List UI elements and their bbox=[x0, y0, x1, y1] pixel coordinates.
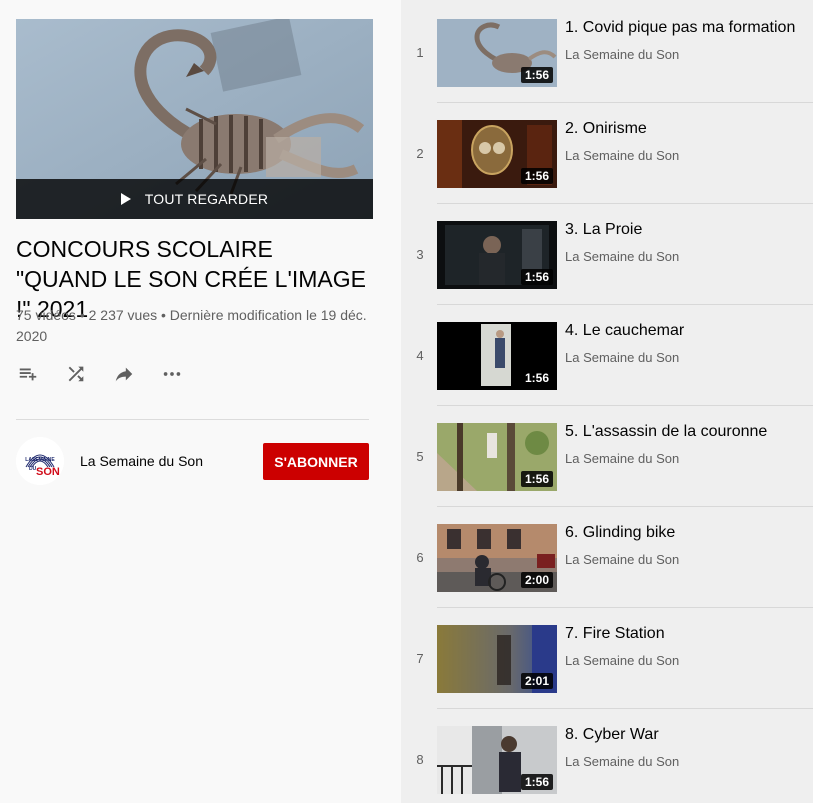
logo-text-top: LASEMAINE bbox=[25, 457, 55, 463]
video-channel[interactable]: La Semaine du Son bbox=[565, 249, 679, 264]
video-title[interactable]: 8. Cyber War bbox=[565, 726, 659, 744]
video-title[interactable]: 2. Onirisme bbox=[565, 120, 647, 138]
video-index: 5 bbox=[416, 449, 424, 464]
video-duration: 1:56 bbox=[520, 168, 553, 184]
playlist-stats: 75 vidéos • 2 237 vues • Dernière modifi… bbox=[16, 307, 367, 344]
playlist-video-list: 1 1:56 1. Covid pique pas ma formation L… bbox=[401, 0, 813, 803]
playlist-owner: LASEMAINE DU SON La Semaine du Son S'ABO… bbox=[16, 436, 369, 486]
video-thumbnail[interactable]: 1:56 bbox=[437, 726, 557, 794]
play-all-button[interactable]: TOUT REGARDER bbox=[16, 179, 373, 219]
video-title[interactable]: 4. Le cauchemar bbox=[565, 322, 684, 340]
playlist-thumbnail[interactable]: TOUT REGARDER bbox=[16, 19, 373, 219]
video-duration: 2:00 bbox=[520, 572, 553, 588]
list-item[interactable]: 6 2:00 6. Glinding bike La Semaine du So… bbox=[401, 524, 813, 625]
divider bbox=[437, 405, 813, 406]
video-channel[interactable]: La Semaine du Son bbox=[565, 552, 679, 567]
video-duration: 2:01 bbox=[520, 673, 553, 689]
video-channel[interactable]: La Semaine du Son bbox=[565, 451, 679, 466]
list-item[interactable]: 5 1:56 5. L'assassin de la couronne La S… bbox=[401, 423, 813, 524]
video-channel[interactable]: La Semaine du Son bbox=[565, 47, 679, 62]
video-thumbnail[interactable]: 1:56 bbox=[437, 423, 557, 491]
more-horiz-icon[interactable] bbox=[160, 362, 184, 386]
share-icon[interactable] bbox=[112, 362, 136, 386]
channel-name[interactable]: La Semaine du Son bbox=[80, 453, 203, 469]
subscribe-button[interactable]: S'ABONNER bbox=[263, 443, 369, 480]
video-title[interactable]: 3. La Proie bbox=[565, 221, 642, 239]
divider bbox=[437, 304, 813, 305]
video-index: 1 bbox=[416, 45, 424, 60]
video-index: 7 bbox=[416, 651, 424, 666]
divider bbox=[437, 506, 813, 507]
video-duration: 1:56 bbox=[520, 370, 553, 386]
play-icon bbox=[120, 193, 131, 205]
video-title[interactable]: 5. L'assassin de la couronne bbox=[565, 423, 767, 441]
video-title[interactable]: 1. Covid pique pas ma formation bbox=[565, 19, 795, 37]
video-index: 2 bbox=[416, 146, 424, 161]
list-item[interactable]: 7 2:01 7. Fire Station La Semaine du Son bbox=[401, 625, 813, 726]
video-thumbnail[interactable]: 2:01 bbox=[437, 625, 557, 693]
divider bbox=[16, 419, 369, 420]
video-thumbnail[interactable]: 2:00 bbox=[437, 524, 557, 592]
video-duration: 1:56 bbox=[520, 67, 553, 83]
video-duration: 1:56 bbox=[520, 774, 553, 790]
video-index: 8 bbox=[416, 752, 424, 767]
logo-text-bottom: SON bbox=[36, 466, 60, 478]
video-channel[interactable]: La Semaine du Son bbox=[565, 350, 679, 365]
channel-avatar[interactable]: LASEMAINE DU SON bbox=[16, 437, 64, 485]
list-item[interactable]: 4 1:56 4. Le cauchemar La Semaine du Son bbox=[401, 322, 813, 423]
play-all-label: TOUT REGARDER bbox=[144, 191, 269, 207]
video-channel[interactable]: La Semaine du Son bbox=[565, 754, 679, 769]
video-title[interactable]: 7. Fire Station bbox=[565, 625, 665, 643]
divider bbox=[437, 607, 813, 608]
list-item[interactable]: 1 1:56 1. Covid pique pas ma formation L… bbox=[401, 19, 813, 120]
video-index: 4 bbox=[416, 348, 424, 363]
video-duration: 1:56 bbox=[520, 471, 553, 487]
playlist-add-icon[interactable] bbox=[16, 362, 40, 386]
playlist-sidebar: TOUT REGARDER CONCOURS SCOLAIRE "QUAND L… bbox=[0, 0, 400, 803]
list-item[interactable]: 2 1:56 2. Onirisme La Semaine du Son bbox=[401, 120, 813, 221]
video-duration: 1:56 bbox=[520, 269, 553, 285]
divider bbox=[437, 708, 813, 709]
list-item[interactable]: 8 1:56 8. Cyber War La Semaine du Son bbox=[401, 726, 813, 803]
video-thumbnail[interactable]: 1:56 bbox=[437, 19, 557, 87]
video-thumbnail[interactable]: 1:56 bbox=[437, 120, 557, 188]
divider bbox=[437, 102, 813, 103]
divider bbox=[437, 203, 813, 204]
video-index: 3 bbox=[416, 247, 424, 262]
list-item[interactable]: 3 1:56 3. La Proie La Semaine du Son bbox=[401, 221, 813, 322]
video-thumbnail[interactable]: 1:56 bbox=[437, 322, 557, 390]
video-channel[interactable]: La Semaine du Son bbox=[565, 148, 679, 163]
shuffle-icon[interactable] bbox=[64, 362, 88, 386]
video-thumbnail[interactable]: 1:56 bbox=[437, 221, 557, 289]
video-channel[interactable]: La Semaine du Son bbox=[565, 653, 679, 668]
video-title[interactable]: 6. Glinding bike bbox=[565, 524, 675, 542]
video-index: 6 bbox=[416, 550, 424, 565]
playlist-actions bbox=[16, 362, 208, 386]
